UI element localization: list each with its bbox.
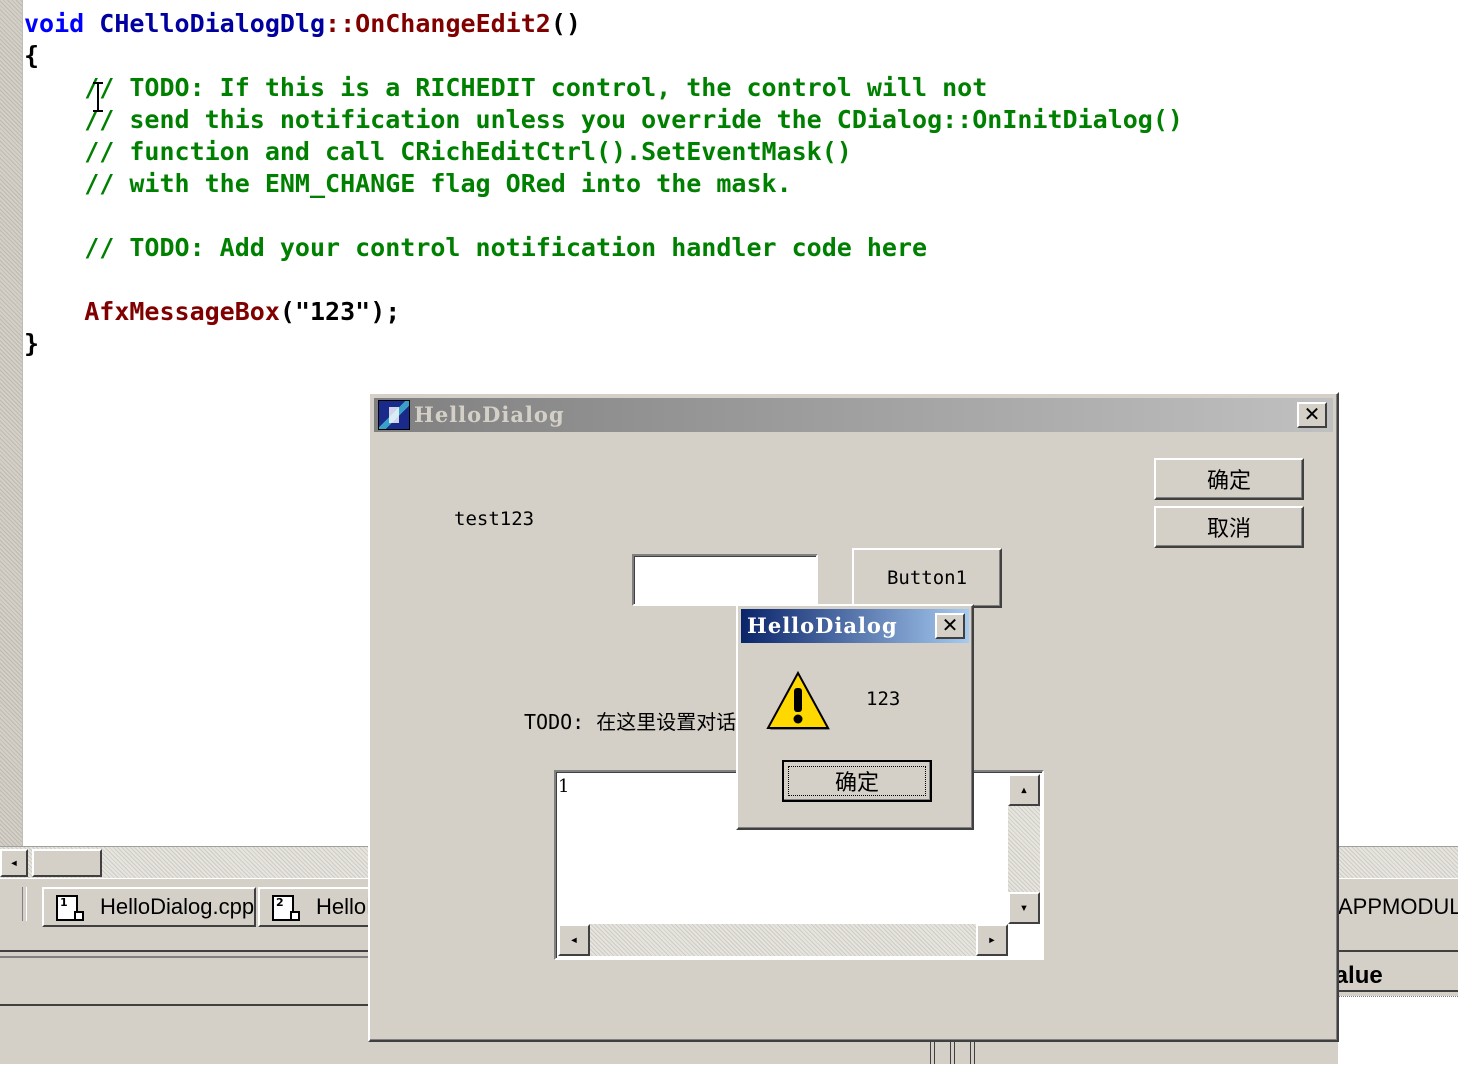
source-file-icon: 1 [56, 895, 84, 921]
close-icon: ✕ [941, 613, 959, 637]
code-editor[interactable]: void CHelloDialogDlg::OnChangeEdit2(){ /… [24, 8, 1183, 360]
ok-button[interactable]: 确定 [1154, 458, 1304, 500]
code-token: () [550, 9, 581, 38]
button1[interactable]: Button1 [852, 548, 1002, 608]
code-token: } [24, 329, 40, 358]
message-box-title: HelloDialog [747, 613, 898, 638]
scroll-right-button[interactable]: ▸ [976, 924, 1008, 956]
close-button[interactable]: ✕ [1297, 402, 1327, 428]
warning-icon [766, 670, 830, 730]
scroll-up-button[interactable]: ▴ [1008, 774, 1040, 806]
code-token: void [24, 9, 100, 38]
code-line: } [24, 328, 1183, 360]
code-token: :: [325, 9, 356, 38]
appmodule-text: APPMODUL [1338, 894, 1458, 919]
code-line: // TODO: Add your control notification h… [24, 232, 1183, 264]
panel-splitter[interactable] [930, 1040, 992, 1064]
dialog-titlebar[interactable]: HelloDialog ✕ [374, 398, 1333, 432]
editor-gutter [0, 0, 23, 846]
code-token: CHelloDialogDlg [99, 9, 326, 38]
arrow-left-icon: ◂ [9, 855, 19, 871]
scroll-down-button[interactable]: ▾ [1008, 892, 1040, 924]
message-box: HelloDialog ✕ 123 确定 [736, 604, 974, 830]
close-icon: ✕ [1303, 402, 1321, 426]
arrow-up-icon: ▴ [1019, 782, 1029, 798]
text-cursor-ibeam [93, 82, 103, 112]
multiline-edit-text: 1 [558, 776, 570, 797]
message-ok-button[interactable]: 确定 [782, 760, 932, 802]
message-text: 123 [866, 688, 901, 710]
code-token: // function and call CRichEditCtrl().Set… [24, 137, 852, 166]
code-token: // send this notification unless you ove… [24, 105, 1183, 134]
code-line: { [24, 40, 1183, 72]
arrow-down-icon: ▾ [1019, 900, 1029, 916]
code-token: // with the ENM_CHANGE flag ORed into th… [24, 169, 792, 198]
code-token: // TODO: Add your control notification h… [24, 233, 928, 262]
header-file-icon: 2 [272, 895, 300, 921]
code-token: { [24, 41, 40, 70]
code-line: void CHelloDialogDlg::OnChangeEdit2() [24, 8, 1183, 40]
scroll-thumb[interactable] [32, 849, 102, 877]
code-line: // send this notification unless you ove… [24, 104, 1183, 136]
static-label: test123 [454, 508, 535, 530]
code-line: // with the ENM_CHANGE flag ORed into th… [24, 168, 1183, 200]
tab-hellodialog-cpp[interactable]: 1 HelloDialog.cpp [42, 887, 256, 927]
scroll-left-button[interactable]: ◂ [0, 849, 28, 877]
text-input[interactable] [632, 554, 818, 606]
app-icon [378, 400, 410, 430]
value-row [1338, 996, 1458, 1065]
message-box-titlebar[interactable]: HelloDialog ✕ [741, 609, 969, 643]
arrow-right-icon: ▸ [987, 932, 997, 948]
dialog-title: HelloDialog [414, 402, 565, 427]
value-column-header[interactable]: Value [1338, 956, 1458, 992]
scroll-left-button[interactable]: ◂ [558, 924, 590, 956]
code-token: OnChangeEdit2 [355, 9, 551, 38]
horizontal-scrollbar[interactable]: ◂ ▸ [558, 924, 1008, 956]
toolbar-grip[interactable] [22, 887, 27, 921]
arrow-left-icon: ◂ [569, 932, 579, 948]
code-token: // TODO: If this is a RICHEDIT control, … [24, 73, 988, 102]
code-line: // TODO: If this is a RICHEDIT control, … [24, 72, 1183, 104]
cancel-button[interactable]: 取消 [1154, 506, 1304, 548]
code-line: // function and call CRichEditCtrl().Set… [24, 136, 1183, 168]
code-line: AfxMessageBox("123"); [24, 296, 1183, 328]
code-token: AfxMessageBox [84, 297, 280, 326]
focus-rectangle [788, 766, 926, 796]
code-token: ("123"); [279, 297, 401, 326]
tab-label: HelloDialog.cpp [100, 894, 255, 919]
close-button[interactable]: ✕ [935, 613, 965, 639]
vertical-scrollbar[interactable]: ▴ ▾ [1008, 774, 1040, 924]
